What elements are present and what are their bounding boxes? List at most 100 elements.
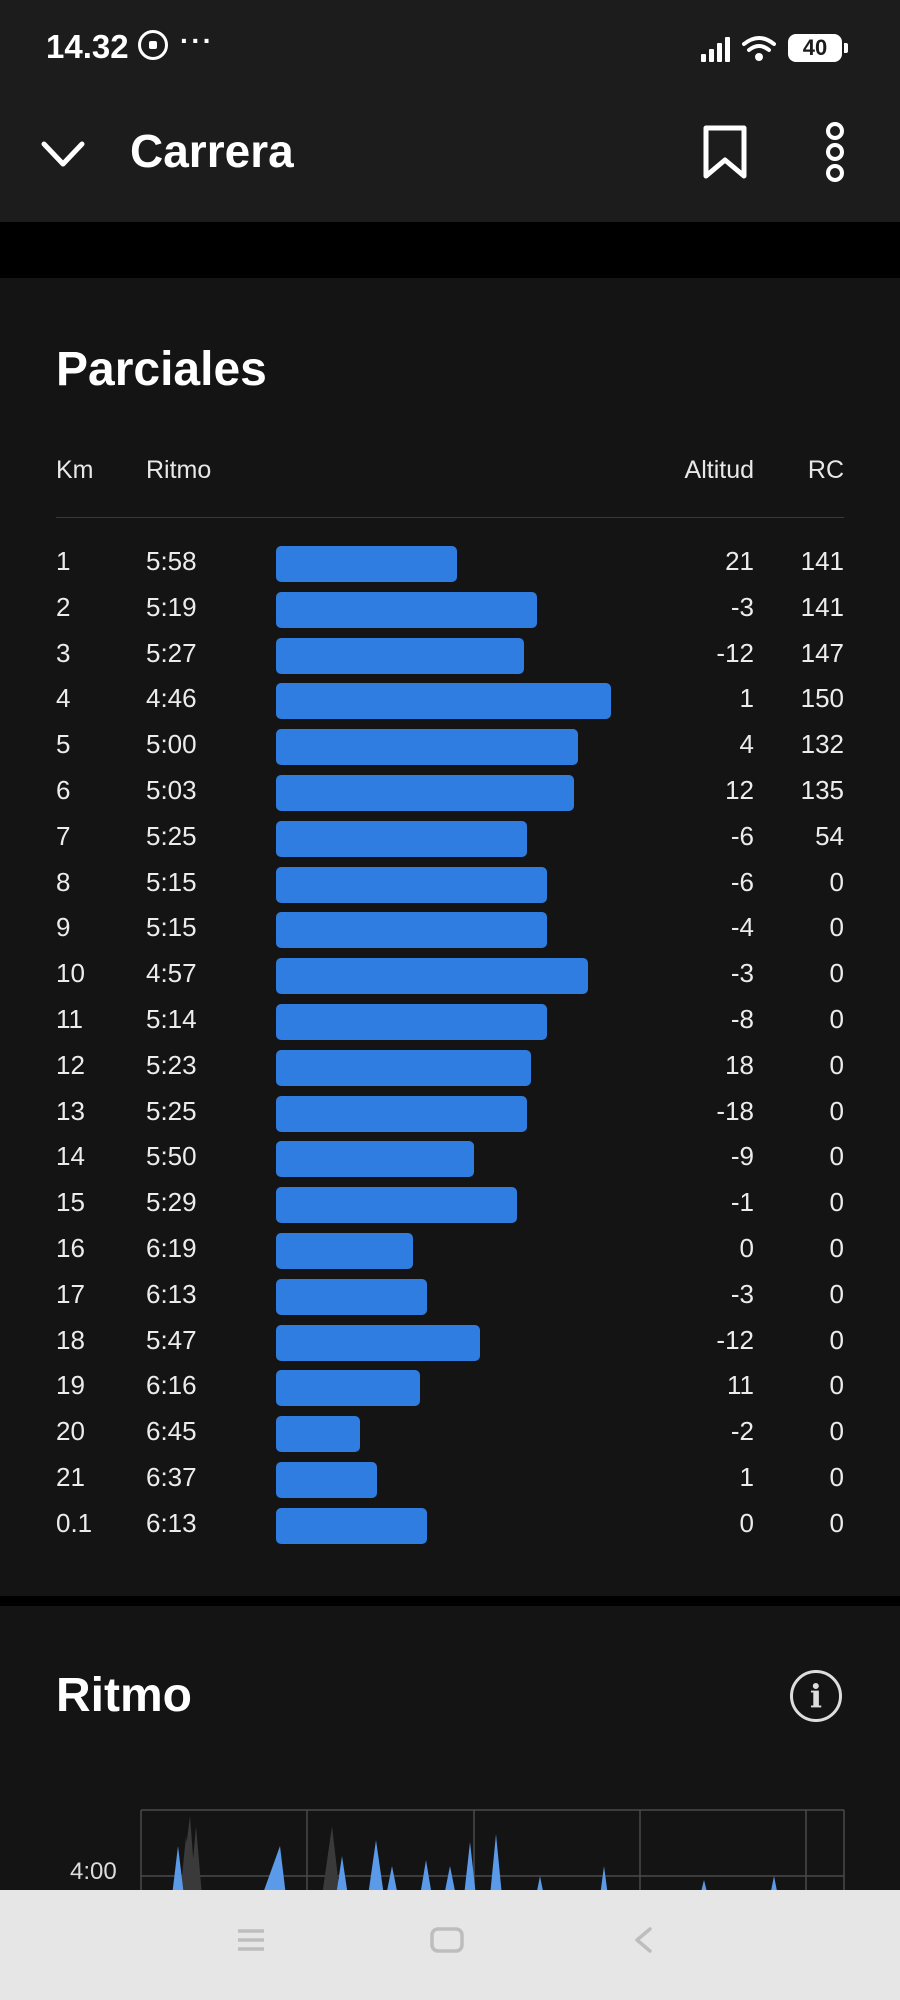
split-pace: 5:15 — [146, 866, 197, 897]
split-row: 0.1 6:13 0 0 — [0, 1502, 900, 1548]
split-altitude: -2 — [730, 1416, 754, 1447]
split-pace: 5:00 — [146, 729, 197, 760]
status-bar: 14.32 ··· 40 — [0, 0, 900, 96]
split-row: 21 6:37 1 0 — [0, 1456, 900, 1502]
split-km: 10 — [56, 958, 85, 989]
split-altitude: -12 — [716, 1324, 754, 1355]
split-pace-bar — [276, 958, 588, 995]
split-pace-bar — [276, 683, 611, 720]
split-altitude: 1 — [739, 1461, 754, 1492]
split-heart-rate: 0 — [829, 866, 844, 897]
split-pace-bar — [276, 591, 537, 628]
split-altitude: 0 — [739, 1232, 754, 1263]
split-heart-rate: 54 — [815, 820, 844, 851]
split-altitude: -3 — [730, 1278, 754, 1309]
split-km: 16 — [56, 1232, 85, 1263]
header-altitude: Altitud — [684, 456, 754, 484]
split-heart-rate: 0 — [829, 958, 844, 989]
split-heart-rate: 135 — [800, 774, 844, 805]
split-pace: 6:37 — [146, 1461, 197, 1492]
split-pace-bar — [276, 1187, 517, 1224]
split-pace-bar — [276, 1141, 474, 1178]
split-pace-bar — [276, 1049, 531, 1086]
split-pace-bar — [276, 912, 547, 949]
header-pace: Ritmo — [146, 456, 212, 484]
split-km: 18 — [56, 1324, 85, 1355]
split-pace: 5:47 — [146, 1324, 197, 1355]
split-km: 19 — [56, 1370, 85, 1401]
split-altitude: -12 — [716, 637, 754, 668]
split-km: 12 — [56, 1049, 85, 1080]
split-pace-bar — [276, 1003, 547, 1040]
split-pace: 5:23 — [146, 1049, 197, 1080]
split-pace: 5:27 — [146, 637, 197, 668]
more-options-icon[interactable] — [822, 122, 848, 182]
split-pace-bar — [276, 866, 547, 903]
split-heart-rate: 132 — [800, 729, 844, 760]
split-altitude: 11 — [727, 1370, 754, 1401]
split-pace: 5:50 — [146, 1141, 197, 1172]
split-pace-bar — [276, 1461, 377, 1498]
split-row: 3 5:27 -12 147 — [0, 632, 900, 678]
split-pace: 6:45 — [146, 1416, 197, 1447]
split-km: 3 — [56, 637, 71, 668]
split-row: 9 5:15 -4 0 — [0, 906, 900, 952]
splits-card: Parciales Km Ritmo Altitud RC 1 5:58 21 141… — [0, 278, 900, 1596]
split-row: 12 5:23 18 0 — [0, 1044, 900, 1090]
split-heart-rate: 141 — [800, 546, 844, 576]
split-pace: 6:13 — [146, 1278, 197, 1309]
chevron-down-icon[interactable] — [40, 136, 86, 176]
split-row: 5 5:00 4 132 — [0, 723, 900, 769]
split-km: 2 — [56, 591, 71, 622]
splits-title: Parciales — [56, 343, 267, 396]
split-row: 17 6:13 -3 0 — [0, 1273, 900, 1319]
split-km: 21 — [56, 1461, 85, 1492]
split-row: 20 6:45 -2 0 — [0, 1410, 900, 1456]
split-heart-rate: 0 — [829, 1049, 844, 1080]
split-km: 9 — [56, 912, 71, 943]
split-altitude: 4 — [739, 729, 754, 760]
bookmark-icon[interactable] — [702, 124, 748, 180]
split-pace-bar — [276, 820, 527, 857]
split-pace-bar — [276, 546, 457, 582]
split-row: 10 4:57 -3 0 — [0, 952, 900, 998]
back-nav-icon[interactable] — [632, 1926, 654, 1954]
split-pace-bar — [276, 1507, 427, 1544]
split-pace: 6:13 — [146, 1507, 197, 1538]
split-row: 14 5:50 -9 0 — [0, 1135, 900, 1181]
split-pace: 6:19 — [146, 1232, 197, 1263]
split-heart-rate: 141 — [800, 591, 844, 622]
split-km: 20 — [56, 1416, 85, 1447]
info-icon[interactable]: i — [790, 1670, 842, 1722]
split-row: 13 5:25 -18 0 — [0, 1090, 900, 1136]
split-altitude: 1 — [739, 683, 754, 714]
split-pace: 5:19 — [146, 591, 197, 622]
split-heart-rate: 0 — [829, 1232, 844, 1263]
header-hr: RC — [807, 456, 844, 484]
signal-icon — [701, 36, 730, 62]
status-time: 14.32 — [46, 28, 129, 65]
split-pace: 5:14 — [146, 1003, 197, 1034]
split-altitude: -1 — [730, 1187, 754, 1218]
split-pace-bar — [276, 1278, 427, 1315]
pace-y-tick: 4:00 — [70, 1858, 117, 1885]
split-heart-rate: 0 — [829, 1095, 844, 1126]
split-row: 4 4:46 1 150 — [0, 677, 900, 723]
split-row: 2 5:19 -3 141 — [0, 586, 900, 632]
split-heart-rate: 147 — [800, 637, 844, 668]
split-altitude: -3 — [730, 958, 754, 989]
pace-title: Ritmo — [56, 1669, 192, 1722]
split-pace-bar — [276, 1416, 360, 1453]
split-pace-bar — [276, 1095, 527, 1132]
split-km: 14 — [56, 1141, 85, 1172]
split-altitude: 0 — [739, 1507, 754, 1538]
split-pace-bar — [276, 774, 574, 811]
home-icon[interactable] — [430, 1926, 464, 1954]
split-pace: 5:25 — [146, 820, 197, 851]
split-km: 0.1 — [56, 1507, 93, 1538]
split-heart-rate: 0 — [829, 1141, 844, 1172]
split-km: 15 — [56, 1187, 85, 1218]
recents-icon[interactable] — [236, 1926, 266, 1954]
split-heart-rate: 0 — [829, 1370, 844, 1401]
header-divider — [56, 517, 844, 518]
